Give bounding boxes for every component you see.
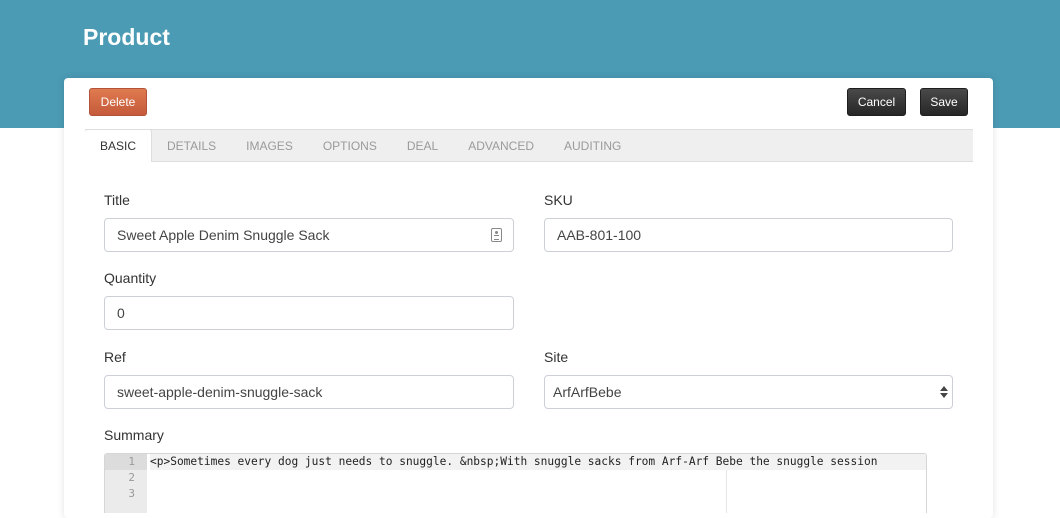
- title-label: Title: [104, 192, 130, 208]
- tab-deal[interactable]: DEAL: [392, 130, 453, 162]
- sku-field[interactable]: AAB-801-100: [544, 218, 953, 252]
- delete-button[interactable]: Delete: [89, 88, 147, 116]
- title-field[interactable]: Sweet Apple Denim Snuggle Sack: [104, 218, 514, 252]
- title-value: Sweet Apple Denim Snuggle Sack: [117, 227, 330, 243]
- select-arrows-icon: [940, 385, 948, 399]
- summary-code-editor[interactable]: 1 2 3 <p>Sometimes every dog just needs …: [104, 453, 927, 513]
- line-number: 3: [128, 487, 135, 500]
- site-select[interactable]: ArfArfBebe: [544, 375, 953, 409]
- contact-card-icon[interactable]: [491, 228, 502, 242]
- ref-field[interactable]: sweet-apple-denim-snuggle-sack: [104, 375, 514, 409]
- tab-auditing[interactable]: AUDITING: [549, 130, 636, 162]
- sku-value: AAB-801-100: [557, 227, 642, 243]
- quantity-field[interactable]: 0: [104, 296, 514, 330]
- ref-label: Ref: [104, 349, 126, 365]
- sku-label: SKU: [544, 192, 573, 208]
- save-button[interactable]: Save: [920, 88, 968, 116]
- quantity-value: 0: [117, 305, 125, 321]
- product-form-card: Delete Cancel Save BASIC DETAILS IMAGES …: [64, 78, 993, 518]
- tab-bar: BASIC DETAILS IMAGES OPTIONS DEAL ADVANC…: [85, 129, 973, 162]
- print-margin: [726, 470, 727, 513]
- quantity-label: Quantity: [104, 270, 157, 286]
- page-title: Product: [83, 24, 170, 50]
- cancel-button[interactable]: Cancel: [847, 88, 906, 116]
- line-number: 1: [105, 454, 147, 470]
- code-line[interactable]: <p>Sometimes every dog just needs to snu…: [150, 454, 926, 470]
- editor-gutter: 1 2 3: [105, 454, 147, 513]
- tab-options[interactable]: OPTIONS: [308, 130, 392, 162]
- line-number: 2: [128, 471, 135, 484]
- tab-details[interactable]: DETAILS: [152, 130, 231, 162]
- ref-value: sweet-apple-denim-snuggle-sack: [117, 384, 323, 400]
- site-label: Site: [544, 349, 569, 365]
- tab-images[interactable]: IMAGES: [231, 130, 308, 162]
- tab-advanced[interactable]: ADVANCED: [453, 130, 549, 162]
- tab-basic[interactable]: BASIC: [85, 129, 153, 162]
- site-value: ArfArfBebe: [553, 384, 622, 400]
- summary-label: Summary: [104, 427, 164, 443]
